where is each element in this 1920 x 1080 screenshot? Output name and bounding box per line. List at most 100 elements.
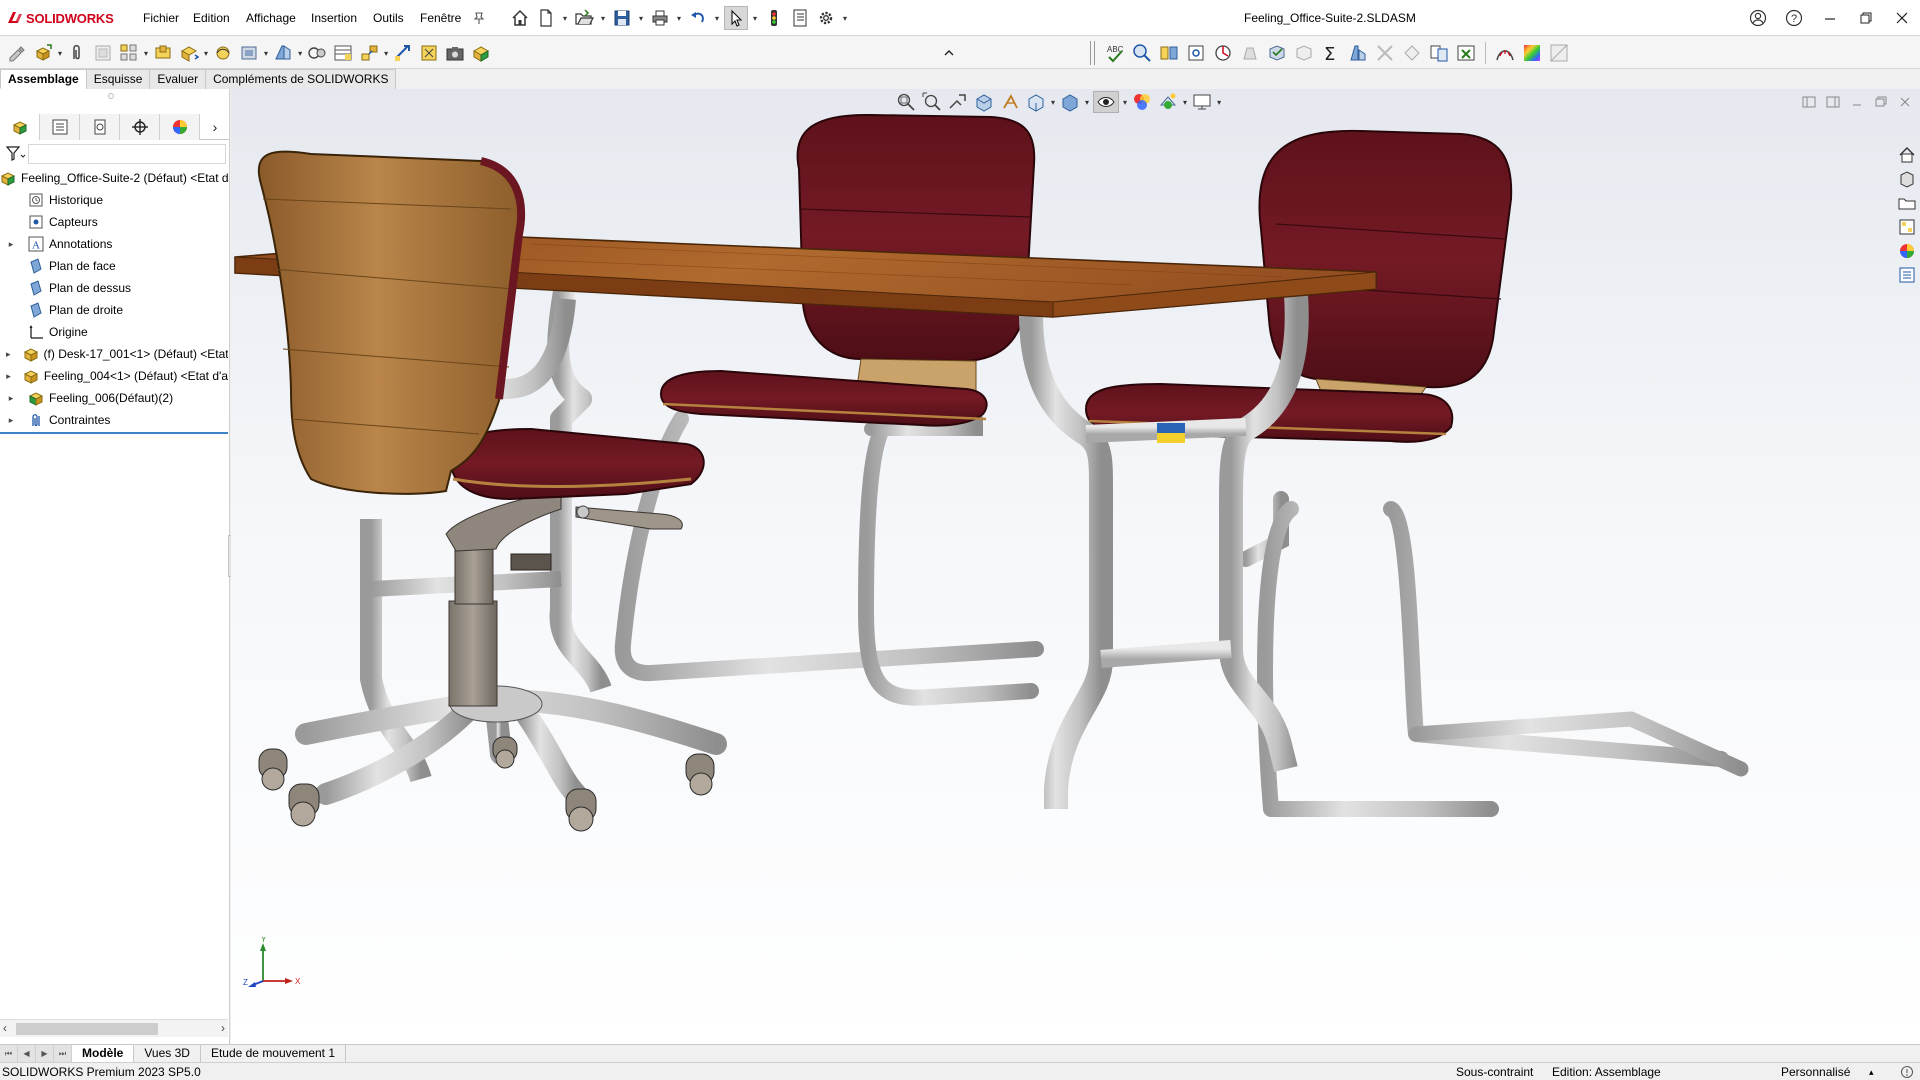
save-icon[interactable] [610, 6, 634, 30]
tree-item[interactable]: Plan de face [0, 255, 228, 277]
select-pointer-icon[interactable] [724, 6, 748, 30]
file-properties-icon[interactable] [788, 6, 812, 30]
check-geometry-icon[interactable] [1374, 42, 1396, 64]
graphics-viewport[interactable]: ▾ ▾ ▾ ▾ ▾ Y X Z [231, 89, 1920, 1044]
scroll-right-chevron-icon[interactable]: › [221, 1021, 225, 1035]
section-properties-icon[interactable] [1293, 42, 1315, 64]
save-dropdown-chevron-icon[interactable]: ▾ [636, 6, 646, 30]
tree-item[interactable]: Historique [0, 189, 228, 211]
tree-expand-chevron-icon[interactable]: ▸ [6, 239, 16, 250]
component-preview-icon[interactable] [92, 42, 114, 64]
home-icon[interactable] [508, 6, 532, 30]
tree-item[interactable]: Capteurs [0, 211, 228, 233]
user-account-icon[interactable] [1740, 0, 1776, 36]
next-tab-arrow-icon[interactable]: ▶ [36, 1045, 54, 1062]
menu-outils[interactable]: Outils [373, 11, 404, 25]
undo-dropdown-chevron-icon[interactable]: ▾ [712, 6, 722, 30]
options-gear-icon[interactable] [814, 6, 838, 30]
new-motion-study-icon[interactable] [306, 42, 328, 64]
tree-expand-chevron-icon[interactable]: ▸ [6, 415, 16, 426]
last-tab-arrow-icon[interactable]: ⏭ [54, 1045, 72, 1062]
clearance-verification-icon[interactable] [1158, 42, 1180, 64]
interference-detection-icon[interactable] [1131, 42, 1153, 64]
print-icon[interactable] [648, 6, 672, 30]
insert-components-chevron-icon[interactable]: ▾ [58, 49, 62, 58]
open-dropdown-chevron-icon[interactable]: ▾ [598, 6, 608, 30]
tree-expand-chevron-icon[interactable]: ▸ [6, 393, 16, 404]
tab-dimxpert-manager[interactable] [120, 114, 160, 140]
compare-documents-icon[interactable] [1428, 42, 1450, 64]
undo-icon[interactable] [686, 6, 710, 30]
curvature-icon[interactable] [1494, 42, 1516, 64]
show-hidden-components-icon[interactable] [212, 42, 234, 64]
first-tab-arrow-icon[interactable]: ⏮ [0, 1045, 18, 1062]
minimize-window-icon[interactable] [1812, 0, 1848, 36]
large-assembly-mode-icon[interactable] [470, 42, 492, 64]
smart-fasteners-icon[interactable] [152, 42, 174, 64]
restore-window-icon[interactable] [1848, 0, 1884, 36]
help-icon[interactable]: ? [1776, 0, 1812, 36]
hole-alignment-icon[interactable] [1185, 42, 1207, 64]
panel-horizontal-scrollbar[interactable]: ‹ › [0, 1019, 228, 1037]
delete-excel-icon[interactable] [1455, 42, 1477, 64]
measure-icon[interactable] [1212, 42, 1234, 64]
instant-3d-icon[interactable] [392, 42, 414, 64]
tab-display-manager[interactable] [160, 114, 200, 140]
unit-system-text[interactable]: Personnalisé [1781, 1065, 1850, 1079]
unit-system-chevron-icon[interactable]: ▴ [1869, 1067, 1874, 1078]
tree-item[interactable]: ▸ Contraintes [0, 409, 228, 431]
chair-middle[interactable] [614, 113, 1044, 706]
tab-vues-3d[interactable]: Vues 3D [134, 1045, 201, 1062]
tree-item[interactable]: ▸ A Annotations [0, 233, 228, 255]
tree-item[interactable]: Origine [0, 321, 228, 343]
new-dropdown-chevron-icon[interactable]: ▾ [560, 6, 570, 30]
markup-icon[interactable] [1239, 42, 1261, 64]
insert-components-icon[interactable] [32, 42, 54, 64]
tooltip-help-icon[interactable] [1900, 1065, 1914, 1079]
draft-analysis-icon[interactable] [1548, 42, 1570, 64]
filter-funnel-icon[interactable] [6, 146, 26, 162]
assembly-3d-model[interactable] [231, 89, 1920, 1044]
bill-of-materials-icon[interactable] [332, 42, 354, 64]
tab-configuration-manager[interactable] [80, 114, 120, 140]
panel-grip-icon[interactable] [108, 93, 114, 99]
tab-etude-mouvement[interactable]: Etude de mouvement 1 [201, 1045, 347, 1062]
tab-feature-manager[interactable] [0, 114, 40, 140]
pin-menu-icon[interactable] [472, 11, 486, 25]
prev-tab-arrow-icon[interactable]: ◀ [18, 1045, 36, 1062]
tree-item[interactable]: Feeling_Office-Suite-2 (Défaut) <Etat d [0, 167, 228, 189]
exploded-view-icon[interactable] [358, 42, 380, 64]
scroll-thumb[interactable] [16, 1023, 158, 1035]
mate-paperclip-icon[interactable] [66, 42, 88, 64]
sensor-sigma-icon[interactable]: Σ [1320, 42, 1342, 64]
take-snapshot-icon[interactable] [444, 42, 466, 64]
tree-item[interactable]: ▸ Feeling_004<1> (Défaut) <Etat d'a [0, 365, 228, 387]
tree-item[interactable]: ▸ (f) Desk-17_001<1> (Défaut) <Etat [0, 343, 228, 365]
open-document-icon[interactable] [572, 6, 596, 30]
exploded-view-chevron-icon[interactable]: ▾ [384, 49, 388, 58]
rebuild-traffic-light-icon[interactable] [762, 6, 786, 30]
edit-component-icon[interactable] [6, 42, 28, 64]
close-window-icon[interactable] [1884, 0, 1920, 36]
menu-fenetre[interactable]: Fenêtre [420, 11, 461, 25]
update-speedpak-icon[interactable] [418, 42, 440, 64]
tree-item[interactable]: Plan de droite [0, 299, 228, 321]
zebra-stripes-color-icon[interactable] [1521, 42, 1543, 64]
tree-item[interactable]: ▸ Feeling_006(Défaut)(2) [0, 387, 228, 409]
menu-insertion[interactable]: Insertion [311, 11, 357, 25]
scroll-left-chevron-icon[interactable]: ‹ [3, 1021, 7, 1035]
options-dropdown-chevron-icon[interactable]: ▾ [840, 6, 850, 30]
menu-edition[interactable]: Edition [193, 11, 230, 25]
menu-fichier[interactable]: Fichier [143, 11, 179, 25]
assembly-visualization-icon[interactable] [1347, 42, 1369, 64]
panel-tabs-more-chevron-icon[interactable]: › [200, 114, 230, 140]
tab-property-manager[interactable] [40, 114, 80, 140]
tab-assemblage[interactable]: Assemblage [0, 69, 87, 89]
tab-esquisse[interactable]: Esquisse [85, 69, 151, 89]
collapse-toolbar-chevron-icon[interactable] [942, 46, 956, 60]
mass-properties-icon[interactable] [1266, 42, 1288, 64]
reference-geometry-icon[interactable] [272, 42, 294, 64]
move-component-icon[interactable] [178, 42, 200, 64]
tree-filter-input[interactable] [28, 144, 226, 164]
chair-right[interactable] [1084, 129, 1749, 817]
